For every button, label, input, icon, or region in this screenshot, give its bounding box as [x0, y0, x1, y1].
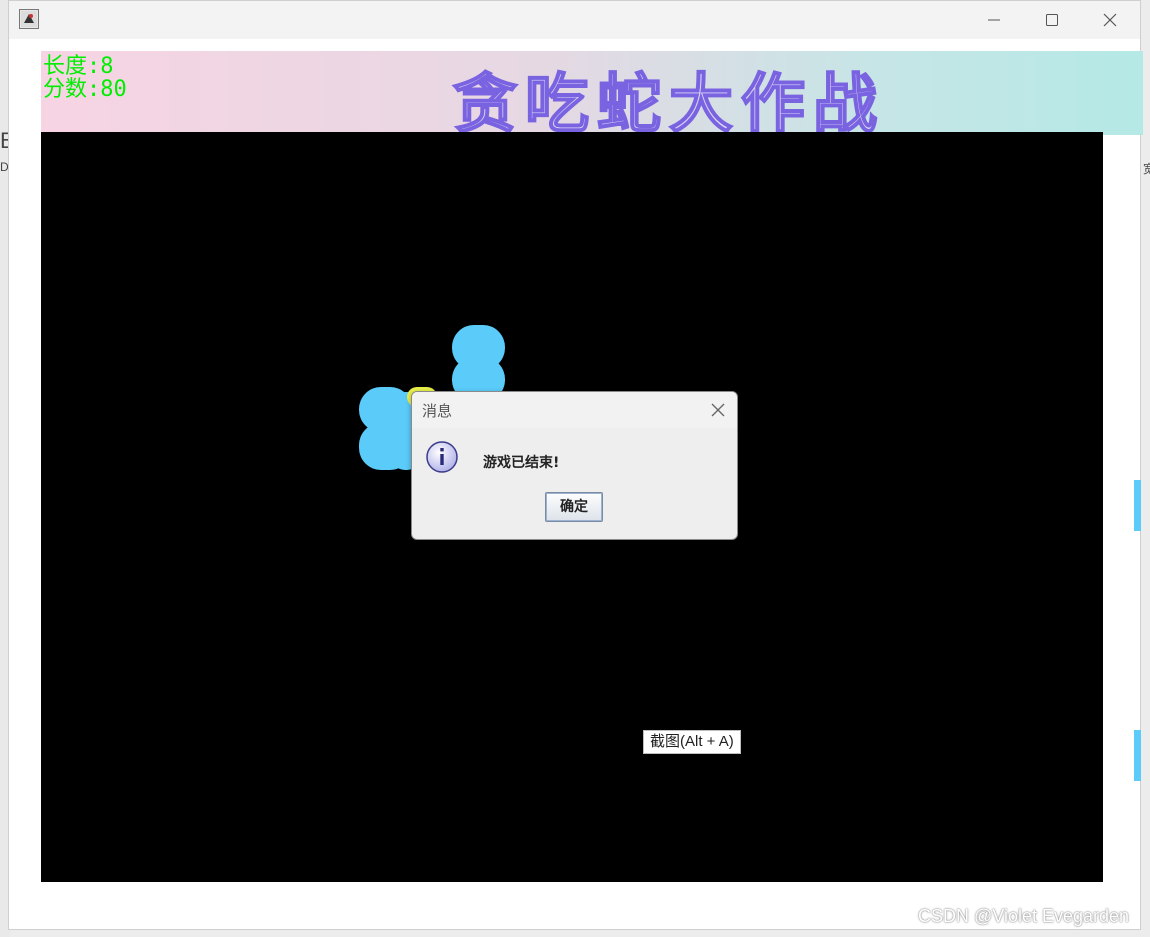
close-icon: [1103, 13, 1117, 27]
message-dialog: 消息 游戏已结束! 确定: [411, 391, 738, 540]
hud-stats: 长度:8 分数:80: [43, 55, 127, 101]
window-titlebar[interactable]: [9, 1, 1140, 39]
minimize-icon: [988, 19, 1000, 21]
game-header-banner: 长度:8 分数:80 贪吃蛇大作战: [41, 51, 1143, 143]
minimize-button[interactable]: [971, 6, 1017, 34]
background-scroll-indicator: [1134, 480, 1141, 531]
java-app-icon: [19, 9, 39, 29]
ok-button[interactable]: 确定: [545, 492, 603, 522]
close-button[interactable]: [1087, 6, 1133, 34]
dialog-titlebar[interactable]: 消息: [412, 392, 737, 428]
maximize-icon: [1046, 14, 1058, 26]
maximize-button[interactable]: [1029, 6, 1075, 34]
length-counter: 长度:8: [43, 54, 114, 79]
close-icon: [711, 403, 725, 417]
background-text-fragment: 宽: [1143, 162, 1150, 176]
dialog-title: 消息: [422, 402, 453, 420]
background-scroll-indicator: [1134, 730, 1141, 781]
dialog-message: 游戏已结束!: [483, 455, 560, 471]
watermark: CSDN @Violet Evegarden: [918, 906, 1130, 926]
info-icon: [425, 440, 459, 474]
dialog-close-button[interactable]: [709, 401, 727, 419]
screenshot-tooltip: 截图(Alt + A): [643, 730, 741, 754]
score-counter: 分数:80: [43, 77, 127, 102]
